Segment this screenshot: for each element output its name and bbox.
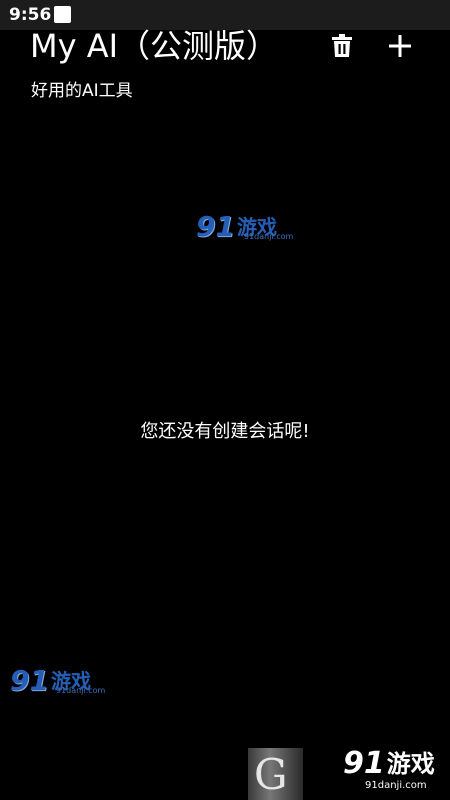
watermark-bottom-left: 91 游戏 91danji.com — [10, 664, 106, 697]
watermark-url: 91danji.com — [56, 686, 106, 695]
bottom-logo-strip: G — [248, 748, 303, 800]
app-subtitle: 好用的AI工具 — [31, 81, 133, 101]
trash-icon — [332, 34, 352, 57]
bottom-logo-mark-icon: G — [254, 750, 288, 799]
watermark-center: 91 游戏 91danji.com — [196, 210, 294, 243]
watermark-text: 游戏 — [386, 750, 435, 778]
watermark-url: 91danji.com — [244, 232, 294, 241]
watermark-logo: 91 — [196, 210, 235, 243]
watermark-corner-top: 91 游戏 — [343, 748, 435, 780]
plus-icon — [389, 35, 411, 57]
app-title: My AI（公测版） — [30, 27, 279, 65]
add-button[interactable] — [380, 26, 420, 66]
status-time: 9:56 — [9, 5, 52, 25]
empty-state-message: 您还没有创建会话呢! — [140, 421, 310, 442]
watermark-logo: 91 — [343, 746, 385, 781]
notification-icon — [54, 6, 71, 23]
watermark-corner: 91 游戏 91danji.com — [343, 748, 435, 792]
watermark-logo: 91 — [10, 664, 49, 697]
watermark-url: 91danji.com — [365, 780, 427, 791]
delete-button[interactable] — [322, 26, 362, 66]
